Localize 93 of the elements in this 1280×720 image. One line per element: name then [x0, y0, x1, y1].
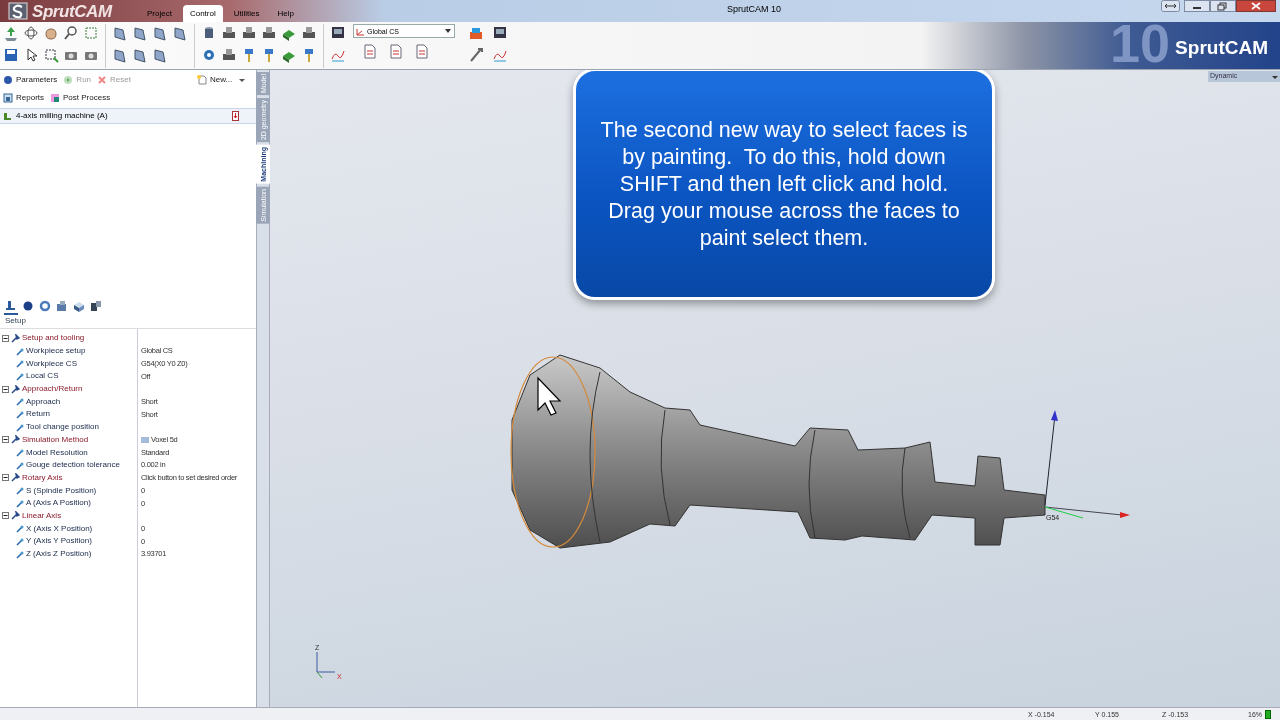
property-name: Return — [26, 410, 50, 419]
property-name: Workpiece CS — [26, 359, 77, 368]
panel-tab[interactable] — [4, 299, 18, 315]
property-name: Approach/Return — [22, 385, 83, 394]
memory-indicator-icon — [1265, 710, 1271, 719]
property-name: Tool change position — [26, 423, 99, 432]
expander-icon[interactable] — [2, 512, 9, 520]
toolbar-button[interactable]: Parameters — [3, 74, 58, 85]
property-name: Z (Axis Z Position) — [26, 550, 92, 559]
property-name: Model Resolution — [26, 448, 88, 457]
property-icon — [15, 371, 24, 381]
property-name: Gouge detection tolerance — [26, 461, 120, 470]
property-icon — [15, 448, 24, 458]
rotate-view-icon[interactable] — [22, 24, 40, 42]
face-filter-icon[interactable] — [131, 46, 149, 64]
property-icon — [15, 460, 24, 470]
voxel-icon — [141, 435, 149, 444]
banner-version: 10 — [1109, 16, 1170, 70]
play-icon — [63, 74, 74, 85]
machine-icon — [3, 111, 12, 121]
property-name: Setup and tooling — [22, 334, 85, 343]
tool-holder-icon — [56, 300, 68, 312]
expander-icon[interactable] — [2, 334, 9, 342]
search-icon[interactable] — [62, 24, 80, 42]
property-name: Y (Axis Y Position) — [26, 537, 92, 546]
save-icon[interactable] — [2, 46, 20, 64]
property-name: Rotary Axis — [22, 473, 63, 482]
sphere-icon — [22, 300, 34, 312]
surface-filter-icon[interactable] — [171, 24, 189, 42]
property-icon — [15, 524, 24, 534]
pointer-cursor-icon — [537, 376, 562, 416]
menu-tab[interactable]: Project — [140, 5, 179, 22]
restore-icon[interactable] — [1210, 0, 1236, 12]
window-title: SprutCAM 10 — [727, 3, 782, 16]
property-icon — [15, 346, 24, 356]
property-name: S (Spindle Position) — [26, 486, 97, 495]
cross-icon — [97, 74, 108, 85]
property-name: Linear Axis — [22, 511, 62, 520]
panel-title: Setup — [0, 315, 256, 329]
toolbar-button[interactable]: New... — [196, 74, 233, 85]
panel-tab[interactable] — [72, 299, 86, 315]
property-icon — [15, 498, 24, 508]
property-icon — [15, 359, 24, 369]
fixture-icon — [90, 300, 102, 312]
property-icon — [11, 435, 20, 445]
face-filter-icon[interactable] — [111, 24, 129, 42]
property-name: A (Axis A Position) — [26, 499, 91, 508]
machine-icon — [5, 300, 17, 312]
property-icon — [15, 486, 24, 496]
expander-icon[interactable] — [2, 474, 9, 482]
minimize-icon[interactable] — [1184, 0, 1210, 12]
swap-icon[interactable] — [1161, 0, 1180, 12]
coordinate-axes-icon — [1044, 410, 1130, 519]
property-name: Workpiece setup — [26, 347, 86, 356]
stock-icon — [73, 300, 85, 312]
new-document-icon — [196, 74, 207, 85]
property-name: X (Axis X Position) — [26, 524, 93, 533]
app-logo: SprutCAM — [32, 2, 112, 20]
property-icon — [15, 397, 24, 407]
face-filter-icon[interactable] — [151, 46, 169, 64]
logo-icon — [8, 2, 28, 20]
property-icon — [11, 511, 20, 521]
report-icon — [3, 92, 13, 103]
menu-tab[interactable]: Help — [270, 5, 301, 22]
axis-triad-icon — [316, 651, 336, 679]
expander-icon[interactable] — [2, 436, 9, 444]
toolbar-button[interactable]: Post Process — [50, 92, 111, 103]
property-icon — [15, 549, 24, 559]
menu-tab[interactable]: Utilities — [226, 5, 267, 22]
property-icon — [15, 422, 24, 432]
caliper-icon[interactable] — [467, 46, 485, 64]
property-name: Local CS — [26, 372, 59, 381]
point-filter-icon[interactable] — [131, 24, 149, 42]
property-icon — [15, 536, 24, 546]
curve-filter-icon[interactable] — [151, 24, 169, 42]
post-process-icon — [50, 92, 60, 103]
property-icon — [15, 409, 24, 419]
banner-logo: SprutCAM — [1175, 38, 1268, 57]
pin-icon[interactable] — [232, 111, 239, 121]
menu-tab[interactable]: Control — [182, 5, 223, 22]
caret-icon — [444, 27, 452, 35]
callout-text: The second new way to select faces is by painting. To do this, hold down SHIFT and then left click and hold. Drag your mouse across the faces to paint select them. — [600, 116, 968, 252]
property-icon — [11, 333, 20, 343]
machine-row[interactable]: 4-axis milling machine (A) — [0, 108, 256, 124]
expander-icon[interactable] — [2, 385, 9, 393]
property-name: Simulation Method — [22, 435, 89, 444]
property-icon — [11, 384, 20, 394]
close-icon[interactable] — [1236, 0, 1276, 12]
property-icon — [11, 473, 20, 483]
toolbar-button[interactable]: Reports — [3, 92, 44, 103]
caret-icon — [1272, 73, 1278, 80]
face-filter-icon[interactable] — [111, 46, 129, 64]
property-name: Approach — [26, 397, 61, 406]
